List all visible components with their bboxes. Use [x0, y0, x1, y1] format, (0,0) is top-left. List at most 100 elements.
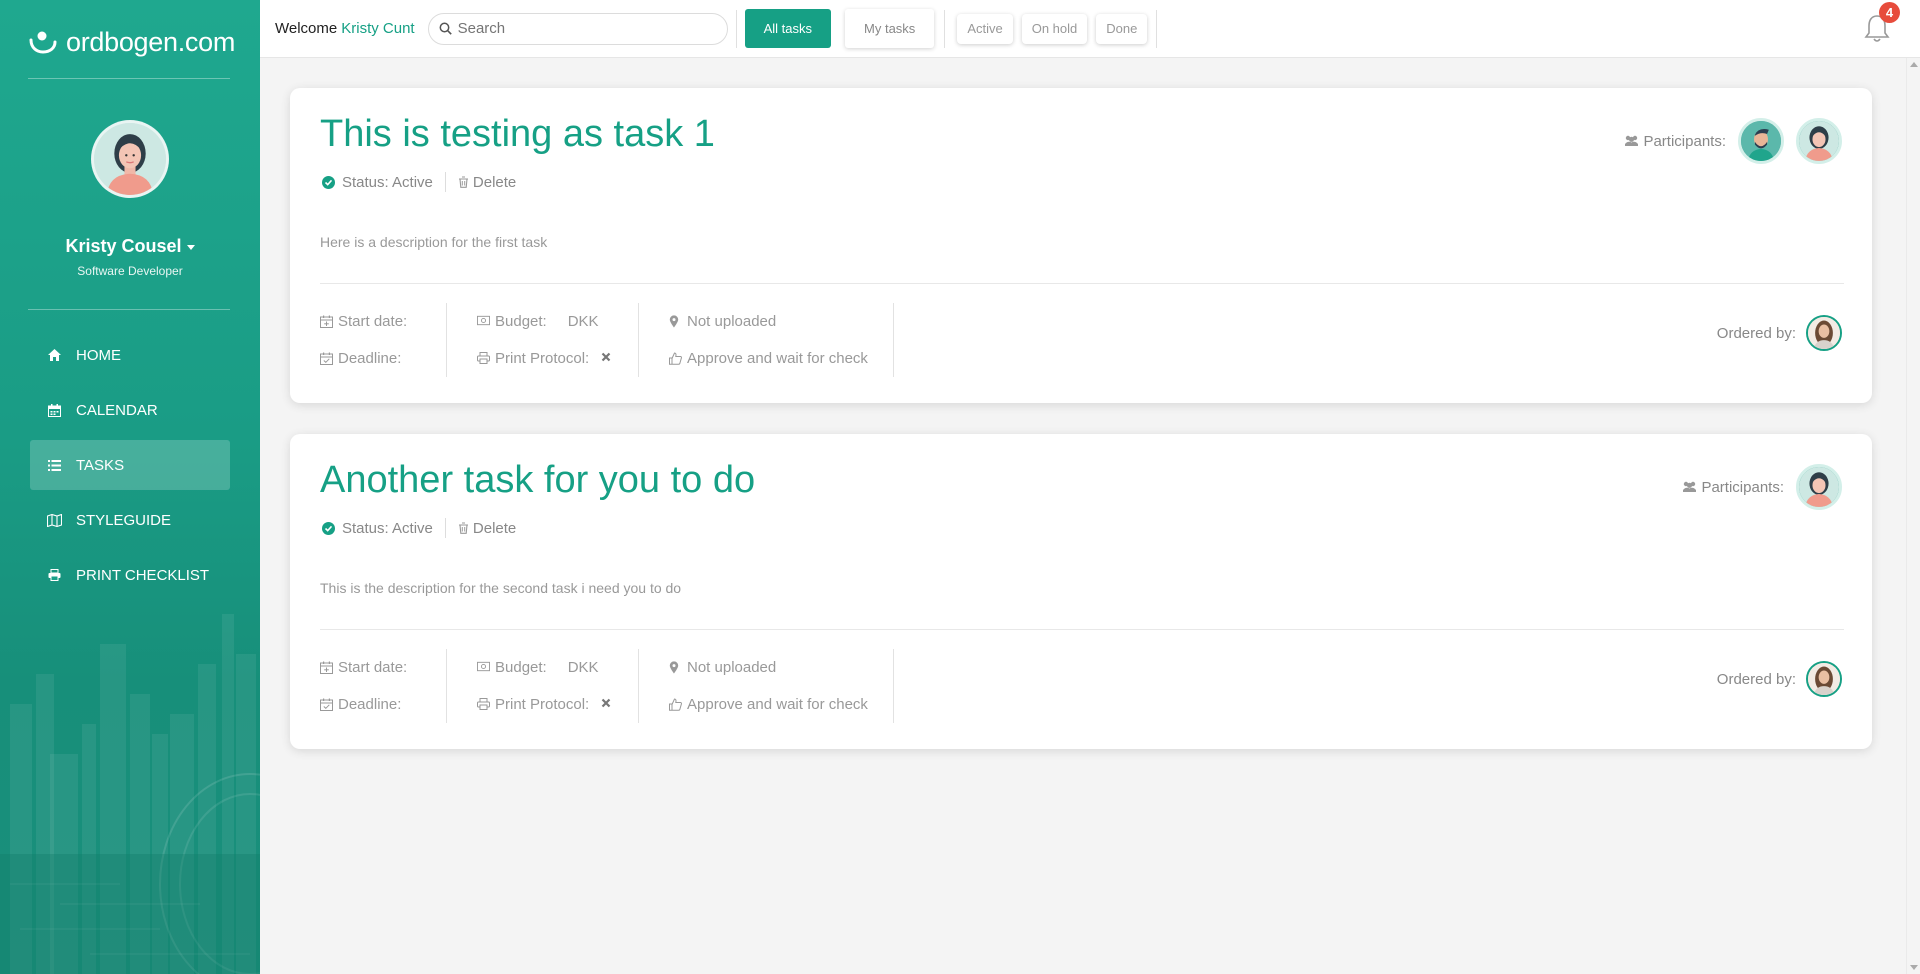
meta-checks: Not uploaded Approve and wait for check [639, 649, 894, 723]
participants: Participants: [1682, 464, 1842, 510]
task-card: This is testing as task 1 Status: Active… [290, 88, 1872, 403]
participant-avatar[interactable] [1796, 464, 1842, 510]
task-meta: Start date: Deadline: Budget: DKK Print P… [320, 303, 894, 377]
sidebar-item-calendar[interactable]: CALENDAR [30, 385, 230, 435]
delete-label: Delete [472, 173, 517, 191]
upload-status-text: Not uploaded [687, 659, 777, 676]
print-protocol-label: Print Protocol: [495, 350, 590, 367]
meta-checks: Not uploaded Approve and wait for check [639, 303, 894, 377]
avatar-woman-icon [1799, 121, 1839, 161]
thumbs-up-icon [669, 352, 682, 365]
upload-status: Not uploaded [669, 659, 863, 676]
search-icon [439, 22, 452, 35]
close-icon [601, 698, 611, 711]
logo-text: ordbogen.com [66, 26, 236, 57]
notifications-button[interactable]: 4 [1864, 2, 1900, 44]
upload-status-text: Not uploaded [687, 313, 777, 330]
check-circle-icon [322, 521, 335, 535]
app-logo[interactable]: ordbogen.com [28, 24, 235, 60]
money-icon [477, 661, 490, 674]
approve-action[interactable]: Approve and wait for check [669, 696, 868, 713]
sidebar-nav: HOME CALENDAR TASKS STYLEGUIDE PRINT CHE… [30, 330, 230, 605]
task-title[interactable]: This is testing as task 1 [320, 113, 715, 156]
approve-text: Approve and wait for check [687, 350, 868, 367]
printer-icon [477, 352, 490, 365]
money-icon [477, 315, 490, 328]
print-protocol-field: Print Protocol: [477, 350, 611, 367]
start-date-field: Start date: [320, 313, 416, 330]
calendar-check-icon [320, 352, 333, 365]
user-avatar[interactable] [91, 120, 169, 198]
budget-label: Budget: [495, 313, 547, 330]
search-input[interactable] [457, 20, 708, 37]
participant-avatar[interactable] [1738, 118, 1784, 164]
caret-down-icon [186, 244, 195, 250]
ordered-by-label: Ordered by: [1716, 324, 1796, 342]
search-box[interactable] [427, 12, 728, 45]
delete-task-button[interactable]: Delete [458, 520, 516, 537]
sidebar-item-tasks[interactable]: TASKS [30, 440, 230, 490]
approve-action[interactable]: Approve and wait for check [669, 350, 868, 367]
delete-task-button[interactable]: Delete [458, 174, 516, 191]
avatar-woman-icon [1799, 467, 1839, 507]
budget-field: Budget: DKK [477, 313, 608, 330]
ordered-by-label: Ordered by: [1716, 670, 1796, 688]
ordered-by: Ordered by: [1717, 661, 1842, 697]
page-scrollbar[interactable] [1906, 58, 1920, 974]
trash-icon [458, 522, 468, 534]
user-menu-toggle[interactable]: Kristy Cousel [0, 236, 260, 257]
sidebar-item-label: TASKS [76, 456, 125, 474]
user-name: Kristy Cousel [65, 236, 182, 256]
calendar-plus-icon [320, 315, 333, 328]
deadline-field: Deadline: [320, 696, 416, 713]
sidebar-item-label: CALENDAR [76, 401, 158, 419]
filter-on-hold-button[interactable]: On hold [1021, 13, 1088, 44]
task-title[interactable]: Another task for you to do [320, 459, 755, 502]
deadline-label: Deadline: [338, 350, 402, 367]
home-icon [46, 347, 62, 363]
trash-icon [458, 176, 468, 188]
filter-done-button[interactable]: Done [1096, 13, 1148, 44]
calendar-check-icon [320, 698, 333, 711]
sidebar-item-label: HOME [76, 346, 121, 364]
status-divider [444, 518, 446, 538]
participant-avatar[interactable] [1796, 118, 1842, 164]
orderer-avatar[interactable] [1806, 315, 1842, 351]
logo-icon [29, 31, 57, 54]
sidebar-divider [28, 78, 230, 79]
user-role: Software Developer [77, 264, 183, 278]
my-tasks-button[interactable]: My tasks [845, 9, 935, 48]
upload-status: Not uploaded [669, 313, 863, 330]
filter-active-button[interactable]: Active [957, 13, 1013, 44]
orderer-avatar[interactable] [1806, 661, 1842, 697]
calendar-plus-icon [320, 661, 333, 674]
sidebar-item-styleguide[interactable]: STYLEGUIDE [30, 495, 230, 545]
toolbar-divider [735, 9, 737, 48]
sidebar: ordbogen.com Kristy Cousel Software Deve… [0, 0, 260, 974]
check-circle-icon [322, 175, 335, 189]
scroll-down-arrow[interactable] [1910, 965, 1918, 970]
deadline-label: Deadline: [338, 696, 402, 713]
sidebar-item-print-checklist[interactable]: PRINT CHECKLIST [30, 550, 230, 600]
start-date-field: Start date: [320, 659, 416, 676]
map-marker-icon [669, 661, 682, 674]
sidebar-item-home[interactable]: HOME [30, 330, 230, 380]
avatar-woman-icon [94, 123, 166, 195]
all-tasks-button[interactable]: All tasks [744, 9, 832, 48]
list-icon [46, 457, 62, 473]
top-bar: WelcomeKristy Cunt All tasks My tasks Ac… [260, 0, 1920, 58]
scroll-up-arrow[interactable] [1910, 62, 1918, 67]
printer-icon [46, 567, 62, 583]
users-icon [1683, 481, 1697, 492]
toolbar-divider [944, 9, 946, 48]
budget-currency: DKK [567, 659, 599, 676]
task-status: Status: Active [342, 519, 433, 537]
task-meta: Start date: Deadline: Budget: DKK Print P… [320, 649, 894, 723]
welcome-label: Welcome [275, 20, 338, 37]
users-icon [1625, 135, 1639, 146]
close-icon [601, 352, 611, 365]
task-status-row: Status: Active Delete [322, 518, 516, 538]
sidebar-item-label: STYLEGUIDE [76, 511, 172, 529]
avatar-photo-icon [1808, 317, 1840, 349]
city-skyline-background [0, 614, 260, 974]
